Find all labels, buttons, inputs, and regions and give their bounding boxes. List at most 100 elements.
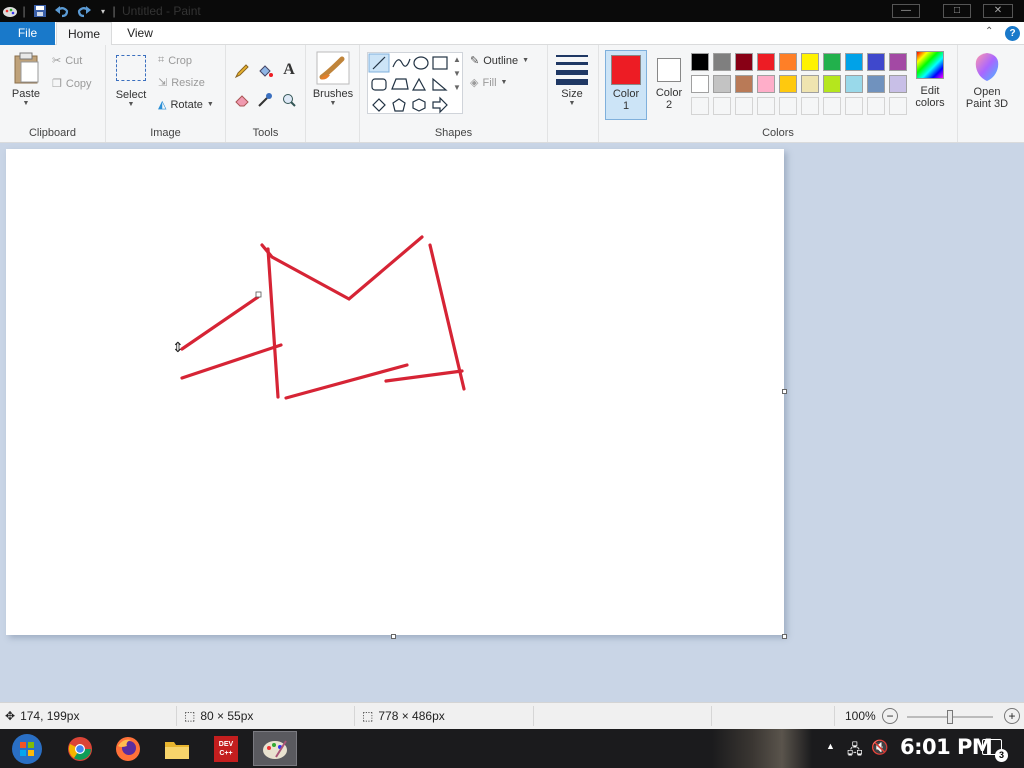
- palette-color-swatch[interactable]: [779, 75, 797, 93]
- palette-custom-swatch[interactable]: [757, 97, 775, 115]
- palette-color-swatch[interactable]: [801, 75, 819, 93]
- taskbar-wallpaper-peek: [712, 729, 812, 768]
- palette-color-swatch[interactable]: [889, 53, 907, 71]
- paste-button[interactable]: Paste ▼: [6, 51, 46, 119]
- devcpp-icon: DEV C++: [214, 735, 238, 762]
- palette-color-swatch[interactable]: [713, 53, 731, 71]
- cursor-position: ✥ 174, 199px: [5, 709, 80, 723]
- taskbar-clock[interactable]: 6:01 PM: [900, 735, 993, 759]
- shapes-scroll[interactable]: ▲ ▼ ▼: [452, 53, 462, 95]
- palette-custom-swatch[interactable]: [779, 97, 797, 115]
- color-palette: [691, 53, 911, 117]
- resize-button[interactable]: ⇲ Resize: [158, 76, 205, 90]
- edit-colors-button[interactable]: Edit colors: [909, 51, 951, 119]
- palette-color-swatch[interactable]: [845, 53, 863, 71]
- minimize-button[interactable]: —: [892, 4, 920, 18]
- canvas-resize-handle-bottom[interactable]: [391, 634, 396, 639]
- canvas-resize-handle-right[interactable]: [782, 389, 787, 394]
- close-button[interactable]: ✕: [983, 4, 1013, 18]
- show-hidden-icons-icon[interactable]: ▲: [826, 741, 835, 751]
- network-icon[interactable]: 🖧: [847, 739, 863, 763]
- taskbar-devcpp[interactable]: DEV C++: [204, 731, 248, 766]
- shapes-group: ▲ ▼ ▼ ✎ Outline ▼ ◈ Fill ▼ Shapes: [360, 45, 548, 142]
- canvas-area[interactable]: ⇕: [0, 143, 1024, 701]
- color2-button[interactable]: Color 2: [649, 50, 689, 120]
- chrome-icon: [68, 736, 92, 761]
- select-button[interactable]: Select ▼: [112, 55, 150, 119]
- start-button[interactable]: [4, 731, 50, 766]
- palette-color-swatch[interactable]: [823, 75, 841, 93]
- palette-color-swatch[interactable]: [691, 75, 709, 93]
- pencil-icon[interactable]: [234, 63, 250, 79]
- undo-icon[interactable]: [54, 3, 70, 19]
- palette-color-swatch[interactable]: [867, 53, 885, 71]
- palette-color-swatch[interactable]: [801, 53, 819, 71]
- drawing-strokes: [180, 235, 466, 400]
- brushes-button[interactable]: Brushes ▼: [312, 51, 354, 119]
- palette-color-swatch[interactable]: [735, 53, 753, 71]
- window-title: Untitled - Paint: [122, 4, 201, 18]
- chevron-down-icon: ▼: [500, 79, 508, 86]
- outline-button[interactable]: ✎ Outline ▼: [470, 54, 529, 68]
- save-icon[interactable]: [32, 3, 48, 19]
- maximize-button[interactable]: □: [943, 4, 971, 18]
- help-icon[interactable]: ?: [1005, 26, 1020, 41]
- customize-toolbar-icon[interactable]: ▾: [97, 3, 109, 19]
- rotate-button[interactable]: ◭ Rotate ▼: [158, 98, 214, 112]
- palette-custom-swatch[interactable]: [889, 97, 907, 115]
- size-button[interactable]: Size ▼: [550, 51, 594, 119]
- drawing-canvas[interactable]: ⇕: [6, 149, 784, 635]
- clipboard-group-label: Clipboard: [28, 127, 77, 139]
- palette-color-swatch[interactable]: [735, 75, 753, 93]
- palette-custom-swatch[interactable]: [735, 97, 753, 115]
- color1-swatch: [611, 55, 641, 85]
- palette-custom-swatch[interactable]: [867, 97, 885, 115]
- tab-file[interactable]: File: [0, 22, 55, 45]
- zoom-out-button[interactable]: −: [882, 708, 898, 724]
- tab-view[interactable]: View: [114, 22, 166, 45]
- magnifier-icon[interactable]: [281, 92, 297, 108]
- palette-custom-swatch[interactable]: [845, 97, 863, 115]
- tab-home[interactable]: Home: [56, 22, 112, 45]
- brushes-group: Brushes ▼: [306, 45, 360, 142]
- taskbar-firefox[interactable]: [106, 731, 150, 766]
- crop-button[interactable]: ⌗ Crop: [158, 54, 192, 67]
- volume-muted-icon[interactable]: 🔇: [871, 739, 888, 756]
- clipboard-group: Paste ▼ ✂ Cut ❐ Copy Clipboard: [0, 45, 106, 142]
- palette-color-swatch[interactable]: [757, 75, 775, 93]
- cut-button[interactable]: ✂ Cut: [52, 54, 82, 68]
- palette-color-swatch[interactable]: [713, 75, 731, 93]
- palette-custom-swatch[interactable]: [801, 97, 819, 115]
- palette-color-swatch[interactable]: [823, 53, 841, 71]
- ribbon-collapse-icon[interactable]: ⌃: [985, 26, 993, 37]
- palette-color-swatch[interactable]: [691, 53, 709, 71]
- redo-icon[interactable]: [76, 3, 92, 19]
- palette-custom-swatch[interactable]: [691, 97, 709, 115]
- canvas-resize-handle-corner[interactable]: [782, 634, 787, 639]
- fill-bucket-icon[interactable]: [257, 63, 273, 79]
- palette-color-swatch[interactable]: [889, 75, 907, 93]
- taskbar-chrome[interactable]: [58, 731, 102, 766]
- copy-icon: ❐: [52, 78, 62, 90]
- fill-button[interactable]: ◈ Fill ▼: [470, 76, 508, 90]
- eraser-icon[interactable]: [234, 92, 250, 108]
- fill-icon: ◈: [470, 77, 479, 89]
- paint-app-icon[interactable]: [2, 3, 18, 19]
- palette-color-swatch[interactable]: [867, 75, 885, 93]
- zoom-slider[interactable]: [907, 710, 993, 724]
- color1-button[interactable]: Color 1: [605, 50, 647, 120]
- open-paint3d-button[interactable]: Open Paint 3D: [960, 51, 1014, 119]
- taskbar-file-explorer[interactable]: [155, 731, 199, 766]
- copy-button[interactable]: ❐ Copy: [52, 77, 92, 91]
- action-center-icon[interactable]: 3: [982, 739, 1008, 762]
- palette-color-swatch[interactable]: [779, 53, 797, 71]
- palette-custom-swatch[interactable]: [713, 97, 731, 115]
- zoom-in-button[interactable]: +: [1004, 708, 1020, 724]
- zoom-slider-thumb[interactable]: [947, 710, 953, 724]
- palette-color-swatch[interactable]: [845, 75, 863, 93]
- color-picker-icon[interactable]: [257, 92, 273, 108]
- text-tool-icon[interactable]: A: [281, 61, 297, 79]
- taskbar-paint[interactable]: [253, 731, 297, 766]
- palette-custom-swatch[interactable]: [823, 97, 841, 115]
- palette-color-swatch[interactable]: [757, 53, 775, 71]
